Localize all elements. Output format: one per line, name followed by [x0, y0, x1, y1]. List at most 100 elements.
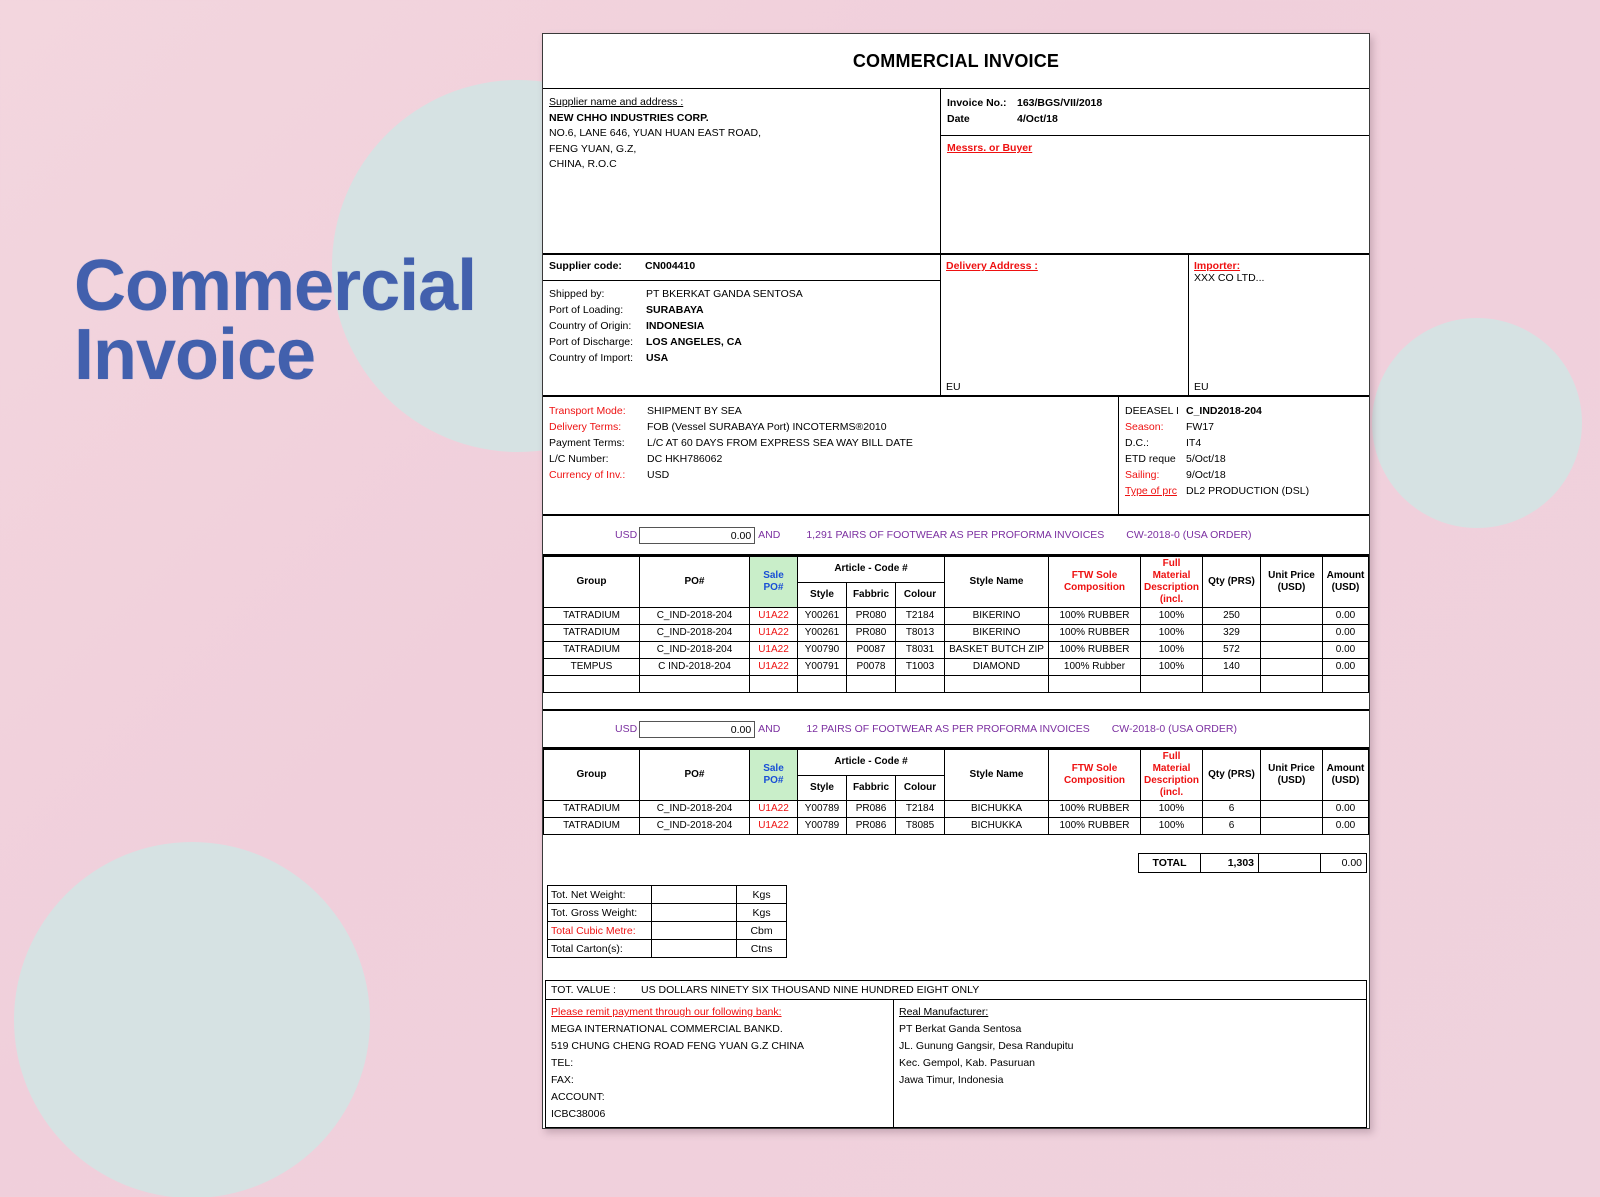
- bank-fax-label: FAX:: [551, 1074, 574, 1086]
- currency-value: USD: [647, 469, 670, 481]
- cell-unit-price: [1260, 675, 1323, 693]
- cell-style: Y00261: [797, 624, 847, 642]
- bank-line-2: 519 CHUNG CHENG ROAD FENG YUAN G.Z CHINA: [551, 1040, 805, 1052]
- cell-po: C_IND-2018-204: [639, 607, 750, 625]
- cell-fabric: P0087: [846, 641, 896, 659]
- cell-qty: 572: [1202, 641, 1261, 659]
- order-info-row: Type of prc DL2 PRODUCTION (DSL): [1125, 483, 1369, 499]
- col-header-matdesc-line1: Full Material: [1152, 558, 1191, 581]
- table-row: TATRADIUM C_IND-2018-204 U1A22 Y00261 PR…: [543, 607, 1369, 625]
- invoice-date-value: 4/Oct/18: [1017, 113, 1058, 125]
- manufacturer-line-3: Kec. Gempol, Kab. Pasuruan: [899, 1057, 1035, 1069]
- table-row: TEMPUS C IND-2018-204 U1A22 Y00791 P0078…: [543, 658, 1369, 676]
- cell-style-name: DIAMOND: [944, 658, 1049, 676]
- col-header-matdesc-line2: Description: [1143, 582, 1199, 593]
- country-of-import-label: Country of Import:: [549, 352, 634, 364]
- port-of-loading-value: SURABAYA: [646, 304, 704, 316]
- cell-fabric: [846, 675, 896, 693]
- cell-group: TATRADIUM: [543, 641, 640, 659]
- importer-footer: EU: [1194, 381, 1209, 393]
- col-header-sale-po-line2: PO#: [763, 775, 784, 786]
- line-items-table-2: Group PO# Sale PO# Article - Code # Styl…: [543, 749, 1369, 835]
- country-of-import-value: USA: [646, 352, 669, 364]
- col-header-sole-line1: FTW Sole: [1071, 570, 1118, 581]
- type-of-production-value: DL2 PRODUCTION (DSL): [1186, 485, 1310, 497]
- port-of-discharge-value: LOS ANGELES, CA: [646, 336, 742, 348]
- pairs-phrase-2: 12 PAIRS OF FOOTWEAR AS PER PROFORMA INV…: [806, 723, 1090, 735]
- col-header-material-description: Full Material Description (incl.: [1140, 749, 1203, 801]
- order-info-row: D.C.: IT4: [1125, 435, 1369, 451]
- col-header-qty: Qty (PRS): [1202, 749, 1261, 801]
- order-info-row: DEEASEL I C_IND2018-204: [1125, 403, 1369, 419]
- cubic-metre-value[interactable]: [650, 921, 738, 940]
- cell-group: TATRADIUM: [543, 817, 640, 835]
- usd-amount-field-1[interactable]: 0.00: [639, 526, 756, 544]
- dc-label: D.C.:: [1125, 437, 1149, 449]
- transport-mode-label: Transport Mode:: [549, 405, 626, 417]
- col-header-fabric: Fabbric: [846, 774, 896, 801]
- table-row: TATRADIUM C_IND-2018-204 U1A22 Y00790 P0…: [543, 641, 1369, 659]
- cartons-label: Total Carton(s):: [547, 939, 652, 958]
- supplier-address-line-2: FENG YUAN, G.Z,: [549, 142, 637, 155]
- lc-number-label: L/C Number:: [549, 453, 609, 465]
- payment-terms-label: Payment Terms:: [549, 437, 625, 449]
- col-header-unit-price-line2: (USD): [1277, 775, 1306, 786]
- manufacturer-block: Real Manufacturer: PT Berkat Ganda Sento…: [894, 1000, 1366, 1127]
- cell-sole: 100% Rubber: [1048, 658, 1141, 676]
- etd-request-value: 5/Oct/18: [1186, 453, 1226, 465]
- page-title: COMMERCIAL INVOICE: [852, 50, 1060, 71]
- terms-row: L/C Number: DC HKH786062: [549, 451, 1118, 467]
- order-ref-1: CW-2018-0 (USA ORDER): [1126, 529, 1252, 541]
- delivery-terms-value: FOB (Vessel SURABAYA Port) INCOTERMS®201…: [647, 421, 887, 433]
- col-header-sale-po-line2: PO#: [763, 582, 784, 593]
- cell-style: [797, 675, 847, 693]
- cell-unit-price: [1260, 624, 1323, 642]
- col-header-material-description: Full Material Description (incl.: [1140, 556, 1203, 608]
- cell-matdesc: 100%: [1140, 817, 1203, 835]
- cell-fabric: PR080: [846, 624, 896, 642]
- col-header-style-name: Style Name: [944, 556, 1049, 608]
- table-row: TATRADIUM C_IND-2018-204 U1A22 Y00789 PR…: [543, 800, 1369, 818]
- col-header-sole-line1: FTW Sole: [1071, 763, 1118, 774]
- port-of-discharge-label: Port of Discharge:: [549, 336, 634, 348]
- usd-amount-field-2[interactable]: 0.00: [639, 720, 756, 738]
- gross-weight-value[interactable]: [650, 903, 738, 922]
- cell-group: TATRADIUM: [543, 607, 640, 625]
- shipping-row: Port of Loading: SURABAYA: [549, 302, 940, 318]
- col-header-matdesc-line2: Description: [1143, 775, 1199, 786]
- col-header-article-code: Article - Code #: [797, 556, 945, 583]
- cell-group: TATRADIUM: [543, 624, 640, 642]
- cartons-value[interactable]: [650, 939, 738, 958]
- supplier-name: NEW CHHO INDUSTRIES CORP.: [549, 111, 709, 124]
- invoice-document: COMMERCIAL INVOICE Supplier name and add…: [542, 33, 1370, 1129]
- bank-heading: Please remit payment through our followi…: [551, 1006, 782, 1018]
- line-items-table-1: Group PO# Sale PO# Article - Code # Styl…: [543, 556, 1369, 693]
- cell-sale-po: U1A22: [749, 817, 798, 835]
- invoice-date-label: Date: [947, 113, 970, 125]
- col-header-group: Group: [543, 749, 640, 801]
- col-header-style: Style: [797, 581, 847, 608]
- col-header-amount: Amount (USD): [1322, 749, 1369, 801]
- weights-row: Tot. Gross Weight: Kgs: [547, 903, 787, 922]
- total-qty: 1,303: [1200, 853, 1259, 873]
- table-header-row: Group PO# Sale PO# Article - Code # Styl…: [543, 749, 1369, 801]
- col-header-amount-line1: Amount: [1326, 763, 1365, 774]
- buyer-heading: Messrs. or Buyer: [947, 142, 1033, 154]
- totals-table: TOTAL 1,303 0.00: [1138, 853, 1367, 873]
- supplier-code-label: Supplier code:: [549, 260, 622, 272]
- cell-qty: [1202, 675, 1261, 693]
- usd-label-2: USD: [615, 723, 638, 735]
- col-header-amount-line2: (USD): [1331, 582, 1360, 593]
- cell-amount: 0.00: [1322, 658, 1369, 676]
- col-header-fabric: Fabbric: [846, 581, 896, 608]
- table-row: TATRADIUM C_IND-2018-204 U1A22 Y00261 PR…: [543, 624, 1369, 642]
- net-weight-value[interactable]: [650, 885, 738, 904]
- cell-colour: [895, 675, 945, 693]
- manufacturer-heading: Real Manufacturer:: [899, 1006, 989, 1018]
- port-of-loading-label: Port of Loading:: [549, 304, 624, 316]
- cell-style-name: BICHUKKA: [944, 817, 1049, 835]
- cell-fabric: PR086: [846, 817, 896, 835]
- cell-unit-price: [1260, 607, 1323, 625]
- col-header-sole-line2: Composition: [1063, 582, 1126, 593]
